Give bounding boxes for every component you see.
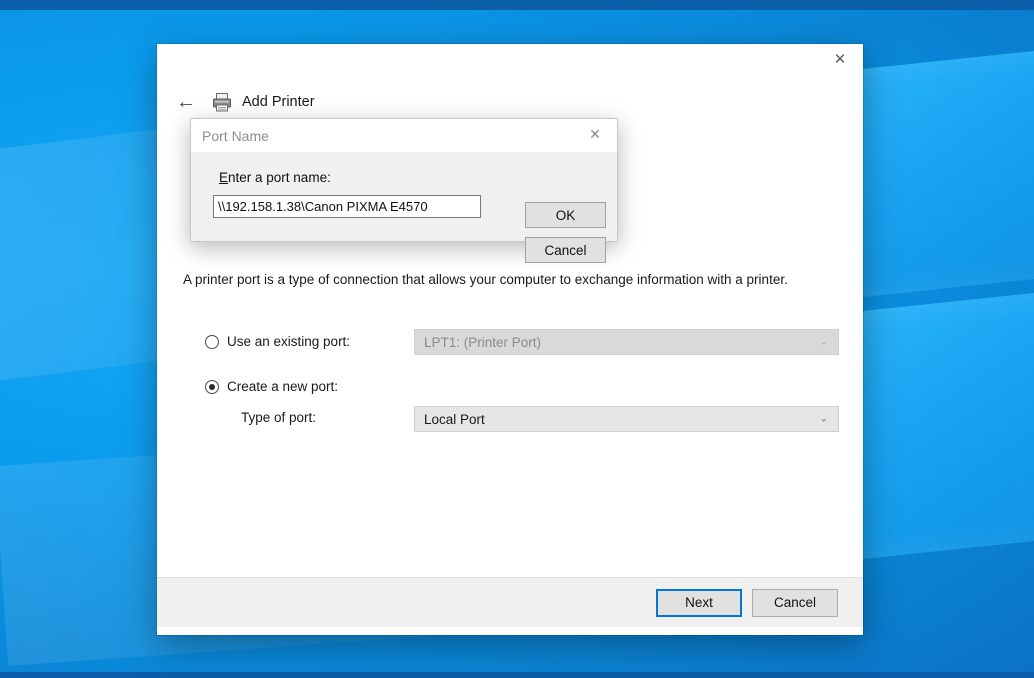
- existing-port-dropdown[interactable]: LPT1: (Printer Port) ⌄: [414, 329, 839, 355]
- existing-port-row: Use an existing port:: [205, 334, 350, 349]
- close-icon[interactable]: ✕: [817, 44, 863, 74]
- radio-create-new-port-label: Create a new port:: [227, 379, 339, 394]
- window-titlebar: ✕: [157, 44, 863, 78]
- chevron-down-icon: ⌄: [819, 413, 828, 425]
- dialog-titlebar: Port Name ✕: [191, 119, 617, 152]
- printer-icon: [211, 91, 233, 113]
- radio-use-existing-port[interactable]: [205, 334, 219, 349]
- type-of-port-label: Type of port:: [241, 410, 317, 425]
- new-port-row: Create a new port:: [205, 379, 338, 394]
- wallpaper-bottom-band: [0, 672, 1034, 678]
- port-name-field-label-rest: nter a port name:: [228, 170, 331, 185]
- type-of-port-dropdown[interactable]: Local Port ⌄: [414, 406, 839, 432]
- type-of-port-dropdown-value: Local Port: [424, 411, 485, 427]
- close-icon[interactable]: ✕: [573, 119, 617, 150]
- existing-port-dropdown-value: LPT1: (Printer Port): [424, 334, 542, 350]
- intro-text: A printer port is a type of connection t…: [183, 272, 788, 287]
- dialog-body: Enter a port name: OK Cancel: [191, 152, 617, 263]
- radio-create-new-port[interactable]: [205, 379, 219, 394]
- port-name-field-label: Enter a port name:: [219, 170, 331, 185]
- window-header: ← Add Printer: [157, 78, 863, 120]
- dialog-title: Port Name: [202, 127, 269, 144]
- page-title: Add Printer: [242, 94, 315, 110]
- window-footer: Next Cancel: [157, 577, 863, 627]
- chevron-down-icon: ⌄: [819, 336, 828, 348]
- dialog-cancel-button[interactable]: Cancel: [525, 237, 606, 263]
- type-of-port-row: Type of port:: [241, 410, 316, 425]
- radio-use-existing-port-label: Use an existing port:: [227, 334, 351, 349]
- cancel-button[interactable]: Cancel: [752, 588, 838, 617]
- wallpaper-top-band: [0, 0, 1034, 10]
- desktop: ✕ ← Add Printer A printer port is a type…: [0, 0, 1034, 678]
- ok-button[interactable]: OK: [525, 202, 606, 228]
- port-name-input[interactable]: [213, 195, 481, 218]
- back-arrow-icon[interactable]: ←: [171, 87, 201, 117]
- next-button[interactable]: Next: [656, 588, 742, 617]
- port-name-dialog: Port Name ✕ Enter a port name: OK Cancel: [190, 118, 618, 263]
- port-name-field-accesskey: E: [219, 170, 229, 185]
